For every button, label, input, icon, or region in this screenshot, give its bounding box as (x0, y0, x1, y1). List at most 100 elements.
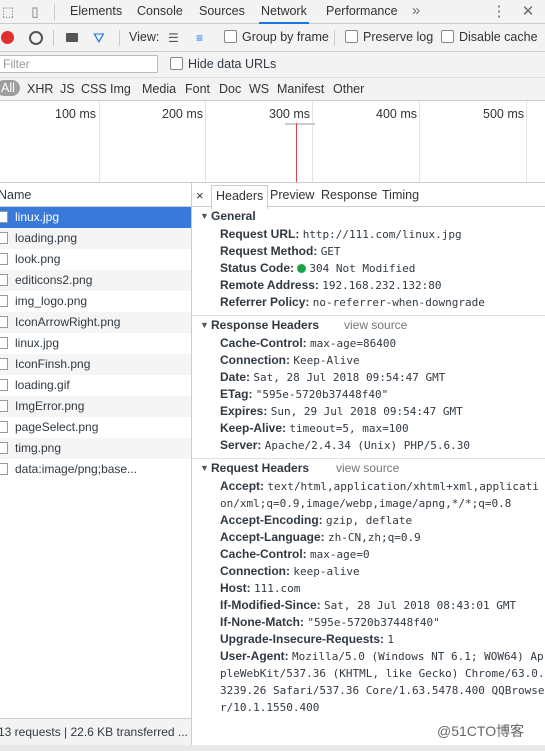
request-list: linux.jpg loading.png look.png editicons2.p… (0, 207, 192, 718)
header-value: gzip, deflate (326, 514, 413, 527)
request-row[interactable]: linux.jpg (0, 333, 191, 354)
filter-funnel-icon[interactable]: ⛛ (93, 30, 105, 47)
header-key: Remote Address: (220, 278, 319, 292)
close-detail-icon[interactable]: × (196, 188, 204, 203)
hide-data-urls-checkbox[interactable]: Hide data URLs (170, 57, 276, 71)
preserve-log-label: Preserve log (363, 30, 434, 44)
request-row[interactable]: loading.png (0, 228, 191, 249)
disable-cache-label: Disable cache (459, 30, 538, 44)
request-row[interactable]: IconArrowRight.png (0, 312, 191, 333)
tick-label: 100 ms (55, 107, 96, 121)
watermark: @51CTO博客 (437, 723, 525, 739)
type-filter-all[interactable]: All (0, 80, 20, 96)
request-row[interactable]: loading.gif (0, 375, 191, 396)
header-row: Accept-Language: zh-CN,zh;q=0.9 (192, 529, 545, 546)
large-rows-icon[interactable]: ☰ (168, 31, 179, 45)
request-row[interactable]: ImgError.png (0, 396, 191, 417)
header-row: If-None-Match: "595e-5720b37448f40" (192, 614, 545, 631)
hide-data-urls-label: Hide data URLs (188, 57, 277, 71)
request-row[interactable]: img_logo.png (0, 291, 191, 312)
more-tabs-icon[interactable]: » (408, 3, 424, 19)
file-type-icon (0, 232, 8, 244)
inspect-element-icon[interactable]: ⬚ (0, 4, 16, 20)
header-key: Request URL: (220, 227, 300, 241)
checkbox[interactable] (441, 30, 454, 43)
expand-triangle-icon[interactable]: ▼ (200, 207, 209, 226)
tab-response[interactable]: Response (321, 188, 377, 202)
clear-icon[interactable] (29, 31, 43, 45)
checkbox[interactable] (345, 30, 358, 43)
tab-performance[interactable]: Performance (324, 0, 400, 23)
devtools-tabbar: ⬚ ▯ Elements Console Sources Network Per… (0, 0, 545, 24)
request-row[interactable]: IconFinsh.png (0, 354, 191, 375)
screenshot-camera-icon[interactable] (66, 33, 78, 42)
device-toolbar-icon[interactable]: ▯ (27, 4, 43, 20)
header-key: Upgrade-Insecure-Requests: (220, 632, 385, 646)
type-filter-js[interactable]: JS (60, 82, 75, 96)
type-filter-img[interactable]: Img (110, 82, 131, 96)
name-column-header[interactable]: Name (0, 183, 192, 207)
file-type-icon (0, 400, 8, 412)
file-type-icon (0, 295, 8, 307)
tab-timing[interactable]: Timing (382, 188, 419, 202)
bottom-strip (0, 745, 545, 751)
more-options-icon[interactable]: ⋮ (491, 4, 507, 20)
load-event-marker (296, 123, 297, 182)
timeline-overview[interactable]: 100 ms 200 ms 300 ms 400 ms 500 ms (0, 101, 545, 183)
header-value: zh-CN,zh;q=0.9 (328, 531, 421, 544)
divider (119, 30, 120, 46)
tab-elements[interactable]: Elements (68, 0, 124, 23)
request-row[interactable]: data:image/png;base... (0, 459, 191, 480)
status-green-dot-icon (297, 264, 307, 273)
checkbox[interactable] (224, 30, 237, 43)
view-source-link[interactable]: view source (344, 316, 407, 335)
section-title: General (211, 209, 256, 223)
waterfall-icon[interactable]: ≡ (196, 31, 203, 45)
header-row: If-Modified-Since: Sat, 28 Jul 2018 08:4… (192, 597, 545, 614)
request-row[interactable]: timg.png (0, 438, 191, 459)
header-row: Host: 111.com (192, 580, 545, 597)
header-key: Request Method: (220, 244, 318, 258)
type-filter-manifest[interactable]: Manifest (277, 82, 324, 96)
header-key: Referrer Policy: (220, 295, 310, 309)
type-filter-css[interactable]: CSS (81, 82, 107, 96)
expand-triangle-icon[interactable]: ▼ (200, 316, 209, 335)
type-filter-ws[interactable]: WS (249, 82, 269, 96)
type-filter-doc[interactable]: Doc (219, 82, 241, 96)
section-title: Response Headers (211, 318, 320, 332)
divider (53, 30, 54, 46)
tab-preview[interactable]: Preview (270, 188, 314, 202)
checkbox[interactable] (170, 57, 183, 70)
close-icon[interactable]: ✕ (520, 4, 536, 20)
expand-triangle-icon[interactable]: ▼ (200, 459, 209, 478)
tab-console[interactable]: Console (135, 0, 185, 23)
group-by-frame-checkbox[interactable]: Group by frame (224, 30, 329, 44)
request-row[interactable]: linux.jpg (0, 207, 191, 228)
header-row: Date: Sat, 28 Jul 2018 09:54:47 GMT (192, 369, 545, 386)
type-filter-xhr[interactable]: XHR (27, 82, 53, 96)
tab-headers[interactable]: Headers (211, 185, 269, 209)
section-header[interactable]: ▼ General (192, 207, 545, 226)
request-row[interactable]: look.png (0, 249, 191, 270)
view-source-link[interactable]: view source (336, 459, 399, 478)
record-icon[interactable] (1, 31, 14, 44)
header-value: Sat, 28 Jul 2018 08:43:01 GMT (324, 599, 517, 612)
filter-input[interactable]: Filter (0, 55, 158, 73)
preserve-log-checkbox[interactable]: Preserve log (345, 30, 433, 44)
header-key: Date: (220, 370, 251, 384)
type-filter-bar: All XHR JS CSS Img Media Font Doc WS Man… (0, 78, 545, 101)
type-filter-media[interactable]: Media (142, 82, 176, 96)
disable-cache-checkbox[interactable]: Disable cache (441, 30, 538, 44)
tab-network[interactable]: Network (259, 0, 309, 24)
section-header[interactable]: ▼ Response Headers view source (192, 316, 545, 335)
type-filter-other[interactable]: Other (333, 82, 364, 96)
section-header[interactable]: ▼ Request Headers view source (192, 459, 545, 478)
request-row[interactable]: pageSelect.png (0, 417, 191, 438)
column-header-label: Name (0, 188, 32, 202)
tab-sources[interactable]: Sources (197, 0, 247, 23)
type-filter-font[interactable]: Font (185, 82, 210, 96)
request-row[interactable]: editicons2.png (0, 270, 191, 291)
tick-label: 400 ms (376, 107, 417, 121)
file-type-icon (0, 274, 8, 286)
header-value: "595e-5720b37448f40" (255, 388, 389, 401)
